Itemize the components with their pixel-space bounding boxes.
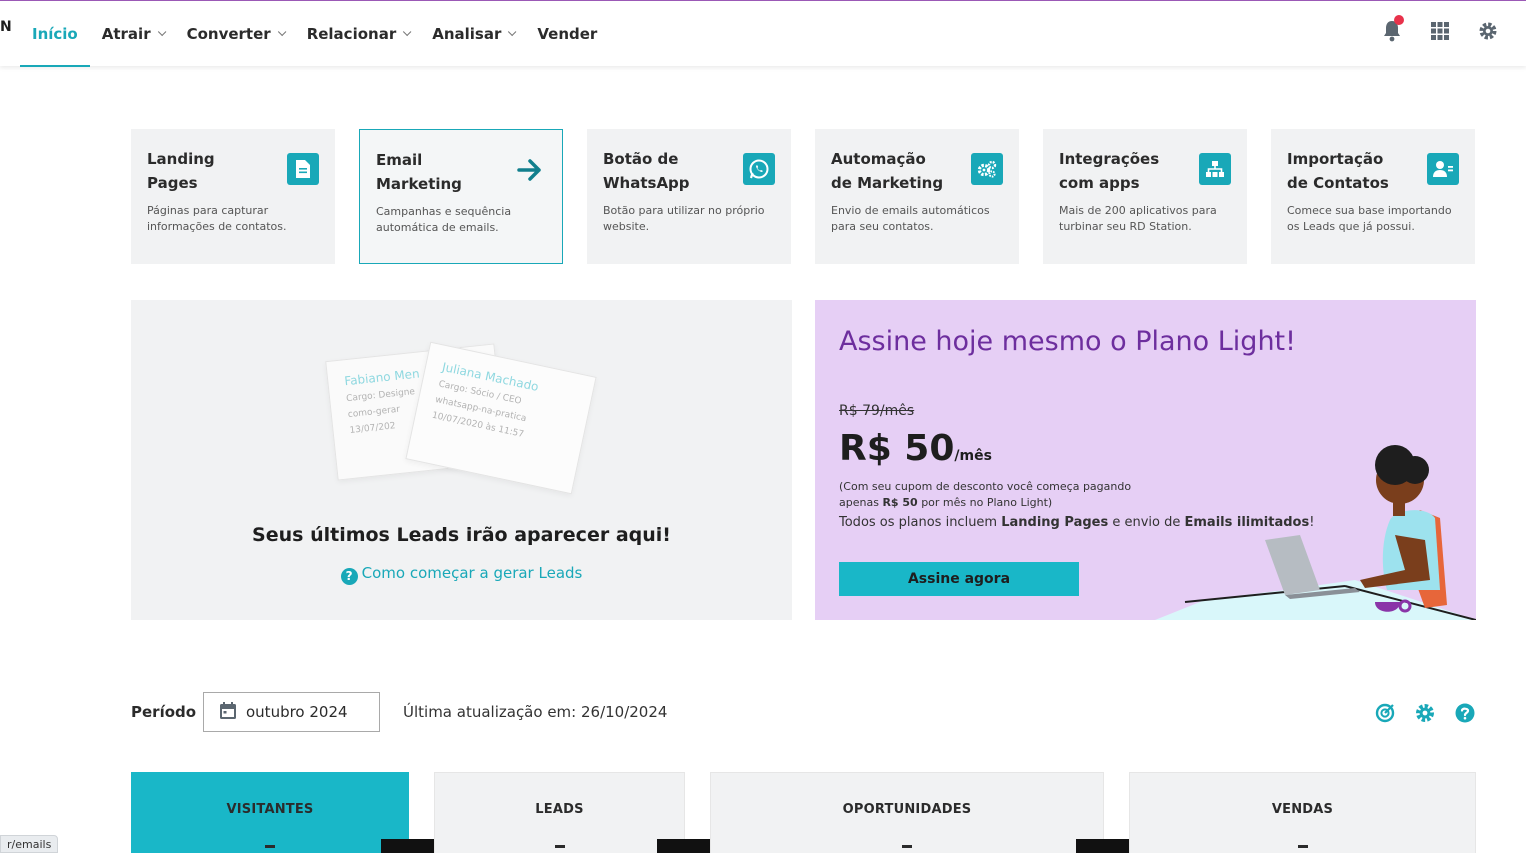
card-integrations[interactable]: Integrações com apps Mais de 200 aplicat… <box>1043 129 1247 264</box>
gear-icon[interactable] <box>1476 19 1500 43</box>
last-update-text: Última atualização em: 26/10/2024 <box>403 703 668 721</box>
promo-title: Assine hoje mesmo o Plano Light! <box>839 326 1296 357</box>
chevron-down-icon <box>403 27 412 37</box>
notification-dot <box>1394 15 1404 25</box>
stat-leads[interactable]: LEADS <box>434 772 737 853</box>
apps-grid-icon[interactable] <box>1428 19 1452 43</box>
promo-note: (Com seu cupom de desconto você começa p… <box>839 480 1132 509</box>
nav-relacionar[interactable]: Relacionar <box>295 1 421 67</box>
help-icon: ? <box>340 567 358 585</box>
status-bar-url: r/emails <box>0 835 59 853</box>
logo[interactable]: N <box>0 19 12 35</box>
stat-value-placeholder <box>554 845 565 848</box>
chevron-down-icon <box>157 27 166 37</box>
nav-atrair[interactable]: Atrair <box>90 1 175 67</box>
card-landing-pages[interactable]: Landing Pages Páginas para capturar info… <box>131 129 335 264</box>
main-nav: Início Atrair Converter Relacionar Anali… <box>20 1 609 67</box>
person-laptop-illustration <box>1155 445 1476 620</box>
how-to-generate-leads-link[interactable]: ? Como começar a gerar Leads <box>131 564 792 585</box>
top-icons <box>1380 15 1500 43</box>
gears-icon <box>971 153 1003 185</box>
card-marketing-automation[interactable]: Automação de Marketing Envio de emails a… <box>815 129 1019 264</box>
whatsapp-icon <box>743 153 775 185</box>
period-row: Período outubro 2024 Última atualização … <box>131 692 1476 732</box>
plan-promo-banner: Assine hoje mesmo o Plano Light! R$ 79/m… <box>815 300 1476 620</box>
period-actions <box>1374 702 1476 724</box>
user-import-icon <box>1427 153 1459 185</box>
calendar-icon <box>220 701 236 723</box>
document-icon <box>287 153 319 185</box>
stat-value-placeholder <box>1297 845 1308 848</box>
leads-empty-title: Seus últimos Leads irão aparecer aqui! <box>252 524 671 546</box>
new-price: R$ 50/mês <box>839 428 992 469</box>
period-label: Período <box>131 703 197 721</box>
sitemap-icon <box>1199 153 1231 185</box>
period-picker[interactable]: outubro 2024 <box>203 692 380 732</box>
target-icon[interactable] <box>1374 702 1396 724</box>
stat-opportunities[interactable]: OPORTUNIDADES <box>710 772 1156 853</box>
gear-icon[interactable] <box>1414 702 1436 724</box>
help-icon[interactable] <box>1454 702 1476 724</box>
card-contacts-import[interactable]: Importação de Contatos Comece sua base i… <box>1271 129 1475 264</box>
lead-card-placeholder-front: Juliana Machado Cargo: Sócio / CEO whats… <box>405 341 597 495</box>
chevron-down-icon <box>508 27 517 37</box>
stat-value-placeholder <box>265 845 275 848</box>
chevron-down-icon <box>277 27 287 37</box>
old-price: R$ 79/mês <box>839 403 915 419</box>
nav-analisar[interactable]: Analisar <box>420 1 525 67</box>
card-email-marketing[interactable]: Email Marketing Campanhas e sequência au… <box>359 129 563 264</box>
card-whatsapp-button[interactable]: Botão de WhatsApp Botão para utilizar no… <box>587 129 791 264</box>
stat-visitors[interactable]: VISITANTES <box>131 772 461 853</box>
subscribe-now-button[interactable]: Assine agora <box>839 562 1079 596</box>
recent-leads-panel: Fabiano Men Cargo: Designe como-gerar 13… <box>131 300 792 620</box>
nav-converter[interactable]: Converter <box>175 1 295 67</box>
feature-cards: Landing Pages Páginas para capturar info… <box>131 129 1476 264</box>
bell-icon[interactable] <box>1380 15 1404 43</box>
arrow-right-icon <box>514 154 546 186</box>
stat-sales[interactable]: VENDAS <box>1129 772 1476 853</box>
nav-inicio[interactable]: Início <box>20 1 90 67</box>
nav-vender[interactable]: Vender <box>525 1 609 67</box>
top-bar: N Início Atrair Converter Relacionar Ana… <box>0 0 1526 67</box>
stat-value-placeholder <box>902 845 912 848</box>
